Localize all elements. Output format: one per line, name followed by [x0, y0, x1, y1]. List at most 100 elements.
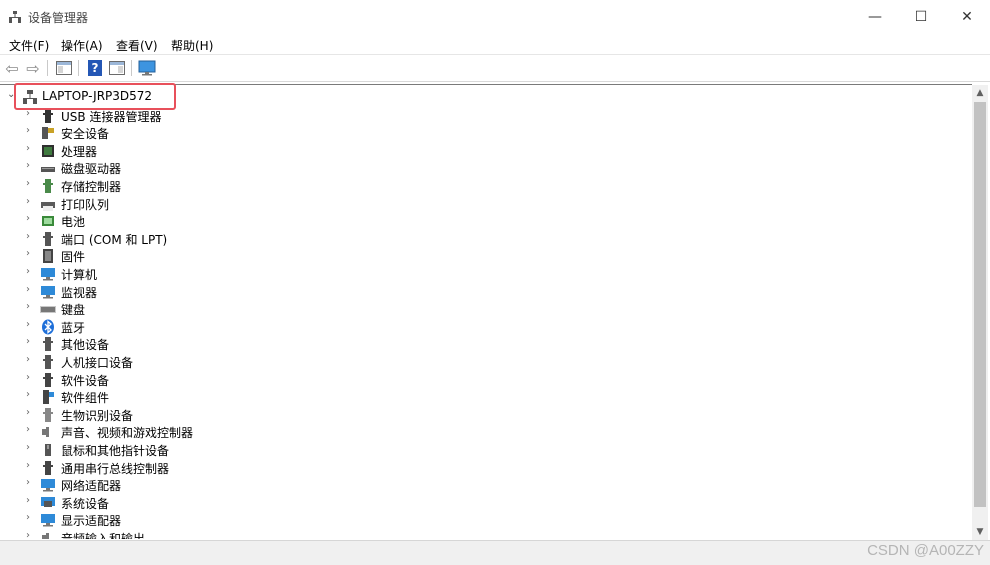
expand-chevron-icon[interactable]: ›	[26, 301, 30, 312]
network-adapter-icon	[41, 479, 55, 492]
bluetooth-icon	[42, 319, 54, 335]
expand-chevron-icon[interactable]: ›	[26, 389, 30, 400]
tree-item[interactable]: › 鼠标和其他指针设备	[0, 441, 960, 459]
expand-chevron-icon[interactable]: ›	[26, 160, 30, 171]
tree-item[interactable]: › 端口 (COM 和 LPT)	[0, 230, 960, 248]
expand-chevron-icon[interactable]: ›	[26, 336, 30, 347]
tree-item[interactable]: › 打印队列	[0, 195, 960, 213]
port-icon	[43, 231, 53, 246]
device-tree[interactable]: ⌄ LAPTOP-JRP3D572 › USB 连接器管理器 › 安全设备 › 处理器 › 磁…	[0, 84, 972, 539]
tree-item[interactable]: › 蓝牙	[0, 318, 960, 336]
menu-action[interactable]: 操作(A)	[61, 37, 103, 54]
tree-item-label: 电池	[61, 215, 86, 230]
toolbar-separator	[131, 60, 132, 76]
tree-item[interactable]: › 音频输入和输出	[0, 529, 960, 539]
vertical-scrollbar[interactable]: ▲ ▼	[972, 85, 988, 540]
tree-item[interactable]: › 存储控制器	[0, 177, 960, 195]
tree-item-label: 软件组件	[61, 391, 110, 406]
tree-item-label: 通用串行总线控制器	[61, 461, 170, 476]
expand-chevron-icon[interactable]: ›	[26, 231, 30, 242]
tree-item-label: 固件	[61, 250, 86, 265]
forward-arrow-icon: ⇨	[26, 58, 40, 78]
forward-button[interactable]: ⇨	[24, 58, 42, 78]
tree-item[interactable]: › 人机接口设备	[0, 353, 960, 371]
show-hide-console-tree-button[interactable]	[55, 59, 73, 77]
help-button[interactable]: ?	[86, 59, 104, 77]
expand-chevron-icon[interactable]: ›	[26, 248, 30, 259]
tree-item[interactable]: › 安全设备	[0, 124, 960, 142]
scan-hardware-button[interactable]	[138, 59, 156, 77]
expand-chevron-icon[interactable]: ›	[26, 407, 30, 418]
expand-chevron-icon[interactable]: ›	[26, 178, 30, 189]
maximize-button[interactable]: ☐	[898, 0, 944, 34]
toolbar-separator	[47, 60, 48, 76]
mouse-icon	[45, 443, 51, 456]
scroll-thumb[interactable]	[974, 102, 986, 507]
tree-item[interactable]: › 磁盘驱动器	[0, 159, 960, 177]
properties-icon	[109, 61, 125, 75]
tree-item[interactable]: › 计算机	[0, 265, 960, 283]
expand-chevron-icon[interactable]: ›	[26, 495, 30, 506]
tree-item[interactable]: › 软件组件	[0, 388, 960, 406]
title-bar: 设备管理器 — ☐ ✕	[0, 0, 990, 34]
tree-item-label: 系统设备	[61, 496, 110, 511]
expand-chevron-icon[interactable]: ›	[26, 284, 30, 295]
watermark: CSDN @A00ZZY	[867, 542, 984, 559]
expand-chevron-icon[interactable]: ›	[26, 512, 30, 523]
expand-chevron-icon[interactable]: ›	[26, 372, 30, 383]
monitor-icon	[41, 285, 55, 298]
menu-help[interactable]: 帮助(H)	[171, 37, 213, 54]
toolbar-separator	[78, 60, 79, 76]
tree-item-label: 鼠标和其他指针设备	[61, 443, 170, 458]
storage-controller-icon	[43, 178, 53, 193]
tree-item-label: 计算机	[61, 267, 98, 282]
expand-chevron-icon[interactable]: ›	[26, 125, 30, 136]
system-device-icon	[41, 496, 55, 507]
minimize-button[interactable]: —	[852, 0, 898, 34]
tree-item-label: 存储控制器	[61, 179, 122, 194]
expand-chevron-icon[interactable]: ›	[26, 266, 30, 277]
tree-item-label: 蓝牙	[61, 320, 86, 335]
close-button[interactable]: ✕	[944, 0, 990, 34]
expand-chevron-icon[interactable]: ›	[26, 442, 30, 453]
tree-item[interactable]: › 监视器	[0, 283, 960, 301]
menu-bar: 文件(F) 操作(A) 查看(V) 帮助(H)	[0, 35, 990, 55]
tree-item-label: USB 连接器管理器	[61, 109, 162, 124]
tree-item[interactable]: › 显示适配器	[0, 511, 960, 529]
computer-icon	[41, 267, 55, 281]
close-icon: ✕	[961, 9, 973, 25]
tree-item[interactable]: › 处理器	[0, 142, 960, 160]
menu-view[interactable]: 查看(V)	[116, 37, 158, 54]
expand-chevron-icon[interactable]: ›	[26, 143, 30, 154]
tree-item[interactable]: › 系统设备	[0, 494, 960, 512]
tree-item[interactable]: › 键盘	[0, 300, 960, 318]
tree-item[interactable]: › 其他设备	[0, 335, 960, 353]
tree-item-label: 软件设备	[61, 373, 110, 388]
expand-chevron-icon[interactable]: ›	[26, 424, 30, 435]
hid-icon	[43, 354, 53, 369]
expand-chevron-icon[interactable]: ›	[26, 460, 30, 471]
expand-chevron-icon[interactable]: ›	[26, 354, 30, 365]
scroll-down-arrow-icon[interactable]: ▼	[972, 524, 988, 540]
tree-item-label: 监视器	[61, 285, 98, 300]
tree-item-label: 处理器	[61, 144, 98, 159]
tree-item[interactable]: › 声音、视频和游戏控制器	[0, 423, 960, 441]
expand-chevron-icon[interactable]: ›	[26, 213, 30, 224]
menu-file[interactable]: 文件(F)	[9, 37, 49, 54]
battery-icon	[42, 216, 54, 227]
tree-item[interactable]: › 电池	[0, 212, 960, 230]
expand-chevron-icon[interactable]: ›	[26, 196, 30, 207]
tree-item[interactable]: › 生物识别设备	[0, 406, 960, 424]
back-button[interactable]: ⇦	[3, 59, 21, 78]
tree-item[interactable]: › 固件	[0, 247, 960, 265]
expand-chevron-icon[interactable]: ›	[26, 530, 30, 539]
tree-item[interactable]: › 网络适配器	[0, 476, 960, 494]
tree-item-label: 其他设备	[61, 338, 110, 353]
tree-item[interactable]: › 软件设备	[0, 371, 960, 389]
expand-chevron-icon[interactable]: ›	[26, 319, 30, 330]
scroll-up-arrow-icon[interactable]: ▲	[972, 85, 988, 101]
expand-chevron-icon[interactable]: ›	[26, 477, 30, 488]
tree-item[interactable]: › 通用串行总线控制器	[0, 459, 960, 477]
properties-button[interactable]	[108, 59, 126, 77]
minimize-icon: —	[868, 9, 882, 25]
